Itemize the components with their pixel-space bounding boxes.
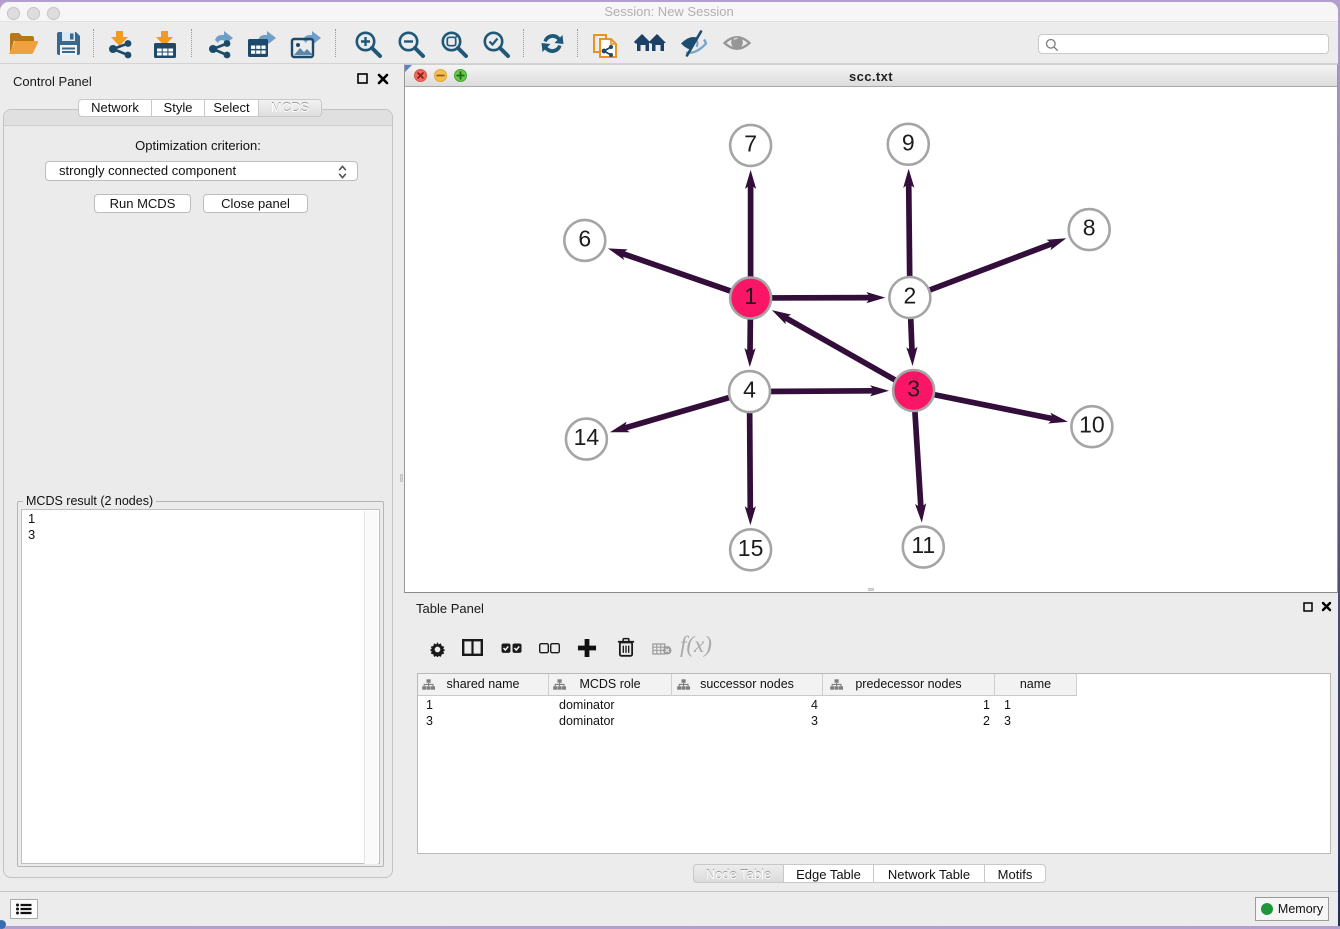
svg-text:1: 1 bbox=[744, 283, 757, 309]
svg-text:10: 10 bbox=[1079, 412, 1105, 438]
svg-text:8: 8 bbox=[1083, 215, 1096, 241]
svg-text:15: 15 bbox=[738, 535, 764, 561]
svg-text:7: 7 bbox=[744, 130, 757, 156]
svg-text:4: 4 bbox=[743, 377, 756, 403]
svg-text:9: 9 bbox=[902, 129, 915, 155]
svg-text:14: 14 bbox=[574, 424, 600, 450]
svg-text:6: 6 bbox=[578, 225, 591, 251]
svg-text:11: 11 bbox=[911, 532, 935, 558]
svg-text:3: 3 bbox=[907, 376, 920, 402]
svg-text:2: 2 bbox=[904, 283, 917, 309]
